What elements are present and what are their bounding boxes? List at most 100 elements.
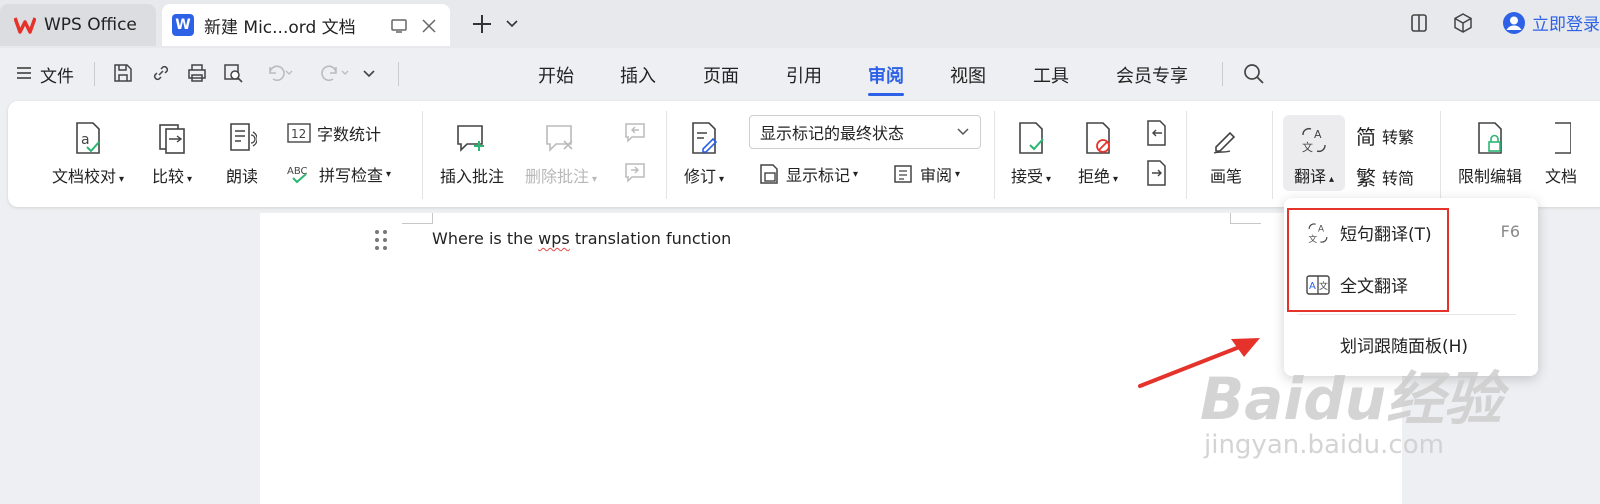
ribbon-separator: [1440, 111, 1441, 199]
margin-corner: [1230, 213, 1261, 224]
read-aloud-icon: [230, 123, 257, 151]
window-layout-icon[interactable]: [1408, 12, 1430, 34]
tab-doc-label: 新建 Mic...ord 文档: [204, 17, 356, 38]
drag-handle-icon[interactable]: [374, 229, 388, 251]
divider: [398, 62, 399, 86]
traditional-char-icon: 简: [1356, 125, 1376, 149]
hamburger-icon[interactable]: [16, 65, 32, 81]
ribbon-separator: [422, 111, 423, 199]
word-count-icon: 12: [287, 123, 311, 143]
proofread-button[interactable]: a 文档校对 ▾: [52, 115, 124, 187]
tab-reference[interactable]: 引用: [786, 62, 822, 88]
ribbon-separator: [666, 111, 667, 199]
cube-icon[interactable]: [1452, 12, 1474, 34]
next-comment-icon[interactable]: [623, 161, 649, 185]
tab-member[interactable]: 会员专享: [1116, 62, 1188, 88]
tab-tools[interactable]: 工具: [1033, 62, 1069, 88]
restrict-edit-button[interactable]: 限制编辑: [1458, 115, 1522, 187]
svg-text:A: A: [1314, 128, 1322, 141]
pen-button[interactable]: 画笔: [1210, 115, 1242, 187]
pen-icon: [1213, 131, 1236, 154]
tab-view[interactable]: 视图: [950, 62, 986, 88]
word-count-button[interactable]: 12 字数统计: [287, 121, 381, 145]
spell-check-button[interactable]: ABC 拼写检查 ▾: [287, 162, 391, 186]
document-text[interactable]: Where is the wps translation function: [432, 229, 731, 248]
redo-icon[interactable]: [320, 62, 350, 84]
proofread-icon: a: [76, 122, 100, 154]
translate-button[interactable]: A文 翻译 ▴: [1283, 115, 1345, 191]
prev-comment-icon[interactable]: [623, 121, 649, 145]
titlebar-right-tools: 立即登录: [1408, 10, 1600, 35]
user-avatar-icon: [1503, 11, 1525, 34]
read-aloud-label: 朗读: [226, 167, 259, 186]
login-label: 立即登录: [1532, 15, 1600, 35]
title-bar: WPS Office W 新建 Mic...ord 文档 立即登录: [0, 0, 1600, 48]
divider: [94, 62, 95, 86]
track-changes-button[interactable]: 修订 ▾: [684, 115, 724, 187]
ribbon-separator: [1186, 111, 1187, 199]
close-tab-icon[interactable]: [420, 17, 438, 35]
document-text-part: Where is the: [432, 229, 539, 248]
accept-button[interactable]: 接受 ▾: [1011, 115, 1051, 187]
track-changes-icon: [692, 122, 718, 154]
to-simplified-label: 转简: [1382, 168, 1415, 188]
tab-home-label: WPS Office: [44, 15, 137, 35]
review-pane-button[interactable]: 审阅 ▾: [892, 162, 960, 186]
spell-check-label: 拼写检查: [319, 166, 384, 185]
show-markup-button[interactable]: 显示标记 ▾: [758, 162, 858, 186]
review-ribbon: a 文档校对 ▾ 比较 ▾ 朗读 12 字数统计 ABC 拼写检查 ▾ 插入批注 删除…: [8, 101, 1600, 207]
word-count-label: 字数统计: [317, 125, 382, 144]
compare-icon: [159, 124, 185, 154]
undo-icon[interactable]: [264, 62, 294, 84]
insert-comment-icon: [457, 125, 484, 152]
tab-document[interactable]: W 新建 Mic...ord 文档: [162, 4, 450, 46]
translate-label: 翻译: [1293, 167, 1326, 186]
document-partial-label: 文档: [1545, 167, 1578, 186]
accept-label: 接受: [1011, 167, 1044, 186]
print-preview-icon[interactable]: [222, 62, 244, 84]
revise-label: 修订: [684, 167, 717, 186]
watermark-line1: Baidu经验: [1200, 365, 1503, 433]
proofread-label: 文档校对: [52, 167, 117, 186]
tab-insert[interactable]: 插入: [620, 62, 656, 88]
link-icon[interactable]: [150, 62, 172, 84]
markup-state-select[interactable]: 显示标记的最终状态: [749, 115, 981, 149]
delete-comment-button[interactable]: 删除批注 ▾: [525, 115, 597, 187]
ribbon-separator: [1272, 111, 1273, 199]
reject-button[interactable]: 拒绝 ▾: [1078, 115, 1118, 187]
tab-start[interactable]: 开始: [538, 62, 574, 88]
prev-change-icon[interactable]: [1144, 119, 1170, 147]
new-tab-plus-icon[interactable]: [470, 12, 494, 36]
tab-list-chevron-icon[interactable]: [505, 18, 519, 30]
login-button[interactable]: 立即登录: [1502, 10, 1600, 35]
monitor-icon[interactable]: [390, 17, 408, 35]
tab-page[interactable]: 页面: [703, 62, 739, 88]
pen-label: 画笔: [1210, 167, 1243, 186]
margin-corner: [402, 213, 433, 224]
compare-button[interactable]: 比较 ▾: [152, 115, 192, 187]
insert-comment-button[interactable]: 插入批注: [440, 115, 504, 187]
baidu-watermark: Baidu经验 jingyan.baidu.com: [1200, 352, 1502, 460]
word-doc-icon: W: [172, 14, 194, 36]
show-markup-icon: [760, 164, 778, 184]
document-text-part: translation function: [569, 229, 732, 248]
tab-review[interactable]: 审阅: [868, 62, 904, 96]
menu-bar: 文件 开始 插入 页面 引用 审阅 视图 工具 会员专享: [0, 48, 1600, 100]
document-partial-button[interactable]: 文档: [1545, 115, 1577, 187]
tab-wps-home[interactable]: WPS Office: [0, 4, 156, 46]
read-aloud-button[interactable]: 朗读: [226, 115, 258, 187]
quick-access-chevron-icon[interactable]: [362, 68, 376, 80]
search-icon[interactable]: [1242, 62, 1266, 86]
review-pane-icon: [894, 165, 912, 183]
to-traditional-button[interactable]: 简 转繁: [1356, 121, 1414, 150]
translate-icon: A文: [1302, 127, 1326, 154]
chevron-down-icon: [957, 128, 969, 136]
to-simplified-button[interactable]: 繁 转简: [1356, 162, 1414, 191]
save-icon[interactable]: [112, 62, 134, 84]
file-menu[interactable]: 文件: [40, 62, 74, 87]
next-change-icon[interactable]: [1144, 159, 1170, 187]
lock-document-icon: [1478, 122, 1502, 154]
svg-text:文: 文: [1302, 140, 1313, 154]
print-icon[interactable]: [186, 62, 208, 84]
delete-comment-label: 删除批注: [525, 167, 590, 186]
